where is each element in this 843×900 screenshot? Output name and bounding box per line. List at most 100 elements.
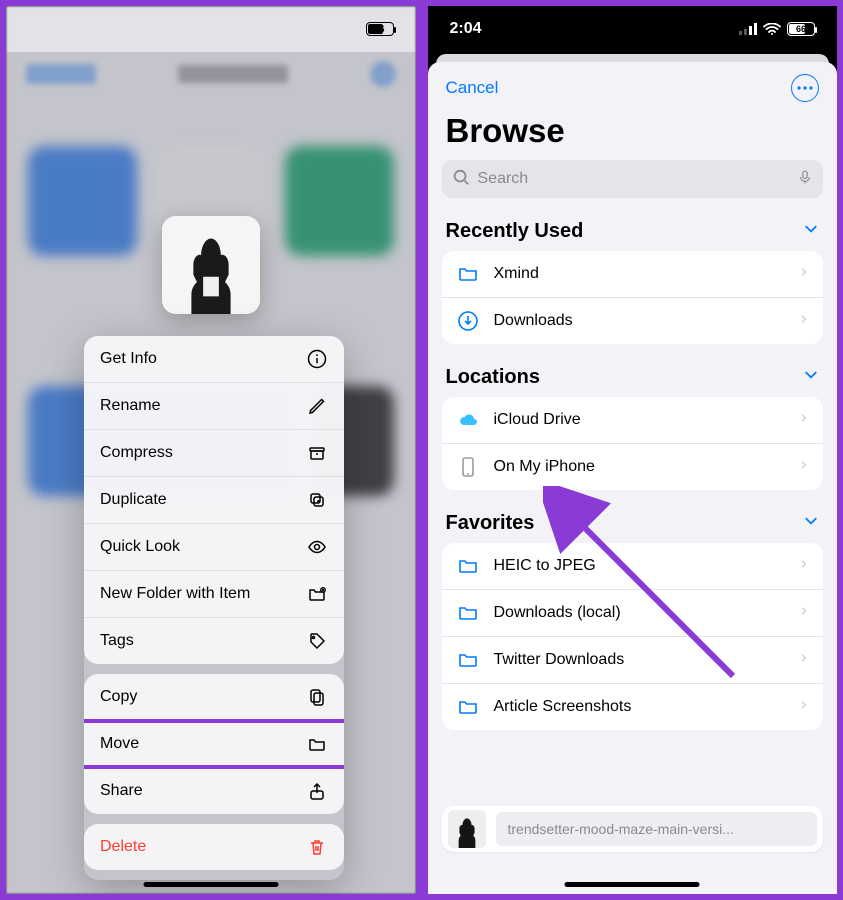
chevron-right-icon — [799, 264, 809, 285]
chevron-right-icon — [799, 603, 809, 624]
iphone-icon — [456, 455, 480, 479]
section-list-recent: Xmind Downloads — [442, 251, 824, 344]
row-xmind[interactable]: Xmind — [442, 251, 824, 298]
left-screenshot: 2:04 66 Get InfoRenameCompressDuplicateQ… — [3, 3, 419, 897]
tag-icon — [306, 630, 328, 652]
share-icon — [306, 780, 328, 802]
ctx-label: Copy — [100, 688, 137, 706]
home-indicator[interactable] — [565, 882, 700, 887]
right-screenshot: 2:04 66 Cancel Browse Search Recently Us… — [425, 3, 841, 897]
cloud-icon — [456, 408, 480, 432]
move-file-thumb — [448, 810, 486, 848]
delete-item[interactable]: Delete — [84, 824, 344, 870]
more-button[interactable] — [791, 74, 819, 102]
section-title: Locations — [446, 366, 540, 389]
eye-icon — [306, 536, 328, 558]
info-icon — [306, 348, 328, 370]
chevron-right-icon — [799, 650, 809, 671]
folder-plus-icon — [306, 583, 328, 605]
row-label: Xmind — [494, 265, 786, 283]
chevron-right-icon — [799, 457, 809, 478]
tags-item[interactable]: Tags — [84, 618, 344, 664]
ctx-label: Tags — [100, 632, 134, 650]
section-list-favorites: HEIC to JPEG Downloads (local) Twitter Dow… — [442, 543, 824, 730]
row-label: iCloud Drive — [494, 411, 786, 429]
battery-icon: 66 — [366, 22, 394, 36]
folder-icon — [456, 695, 480, 719]
move-file-name: trendsetter-mood-maze-main-versi... — [496, 812, 818, 846]
ctx-label: Rename — [100, 397, 160, 415]
download-icon — [456, 309, 480, 333]
row-downloads[interactable]: Downloads — [442, 298, 824, 344]
chevron-down-icon — [803, 512, 819, 535]
ctx-label: Duplicate — [100, 491, 167, 509]
ctx-label: Delete — [100, 838, 146, 856]
row-label: On My iPhone — [494, 458, 786, 476]
chevron-down-icon — [803, 220, 819, 243]
chevron-down-icon — [803, 366, 819, 389]
section-header-favorites[interactable]: Favorites — [428, 506, 838, 543]
archive-icon — [306, 442, 328, 464]
cancel-button[interactable]: Cancel — [446, 78, 499, 98]
duplicate-icon — [306, 489, 328, 511]
copy-icon — [306, 686, 328, 708]
section-title: Recently Used — [446, 220, 584, 243]
row-heic[interactable]: HEIC to JPEG — [442, 543, 824, 590]
search-input[interactable]: Search — [442, 160, 824, 198]
share-item[interactable]: Share — [84, 768, 344, 814]
file-preview-thumb — [162, 216, 260, 314]
status-bar: 2:04 66 — [428, 6, 838, 52]
status-time: 2:04 — [450, 20, 482, 38]
mic-icon[interactable] — [797, 167, 813, 192]
ctx-label: Share — [100, 782, 143, 800]
folder-icon — [456, 601, 480, 625]
chevron-right-icon — [799, 556, 809, 577]
ctx-label: New Folder with Item — [100, 585, 250, 603]
duplicate-item[interactable]: Duplicate — [84, 477, 344, 524]
section-list-locations: iCloud Drive On My iPhone — [442, 397, 824, 490]
pencil-icon — [306, 395, 328, 417]
trash-icon — [306, 836, 328, 858]
move-item[interactable]: Move — [84, 721, 344, 768]
row-label: HEIC to JPEG — [494, 557, 786, 575]
context-menu: Get Info Rename Compress Duplicate Quick Loo… — [84, 336, 344, 880]
ctx-label: Get Info — [100, 350, 157, 368]
move-file-bar: trendsetter-mood-maze-main-versi... — [442, 806, 824, 852]
search-placeholder: Search — [478, 170, 529, 188]
row-label: Downloads (local) — [494, 604, 786, 622]
chevron-right-icon — [799, 410, 809, 431]
page-title: Browse — [428, 106, 838, 160]
get-info-item[interactable]: Get Info — [84, 336, 344, 383]
row-icloud[interactable]: iCloud Drive — [442, 397, 824, 444]
ctx-label: Compress — [100, 444, 173, 462]
section-header-locations[interactable]: Locations — [428, 360, 838, 397]
ctx-label: Quick Look — [100, 538, 180, 556]
row-dl-local[interactable]: Downloads (local) — [442, 590, 824, 637]
chevron-right-icon — [799, 697, 809, 718]
rename-item[interactable]: Rename — [84, 383, 344, 430]
section-title: Favorites — [446, 512, 535, 535]
folder-icon — [306, 733, 328, 755]
battery-icon: 66 — [787, 22, 815, 36]
chevron-right-icon — [799, 311, 809, 332]
row-twitter-dl[interactable]: Twitter Downloads — [442, 637, 824, 684]
signal-icon — [739, 23, 757, 35]
new-folder-item[interactable]: New Folder with Item — [84, 571, 344, 618]
compress-item[interactable]: Compress — [84, 430, 344, 477]
folder-icon — [456, 262, 480, 286]
wifi-icon — [763, 23, 781, 35]
copy-item[interactable]: Copy — [84, 674, 344, 721]
quick-look-item[interactable]: Quick Look — [84, 524, 344, 571]
folder-icon — [456, 554, 480, 578]
home-indicator[interactable] — [143, 882, 278, 887]
section-header-recent[interactable]: Recently Used — [428, 214, 838, 251]
ctx-label: Move — [100, 735, 139, 753]
row-on-my-iphone[interactable]: On My iPhone — [442, 444, 824, 490]
row-label: Downloads — [494, 312, 786, 330]
row-label: Twitter Downloads — [494, 651, 786, 669]
folder-icon — [456, 648, 480, 672]
search-icon — [452, 168, 470, 191]
row-label: Article Screenshots — [494, 698, 786, 716]
row-article-ss[interactable]: Article Screenshots — [442, 684, 824, 730]
browse-sheet: Cancel Browse Search Recently Used Xmind D… — [428, 62, 838, 894]
